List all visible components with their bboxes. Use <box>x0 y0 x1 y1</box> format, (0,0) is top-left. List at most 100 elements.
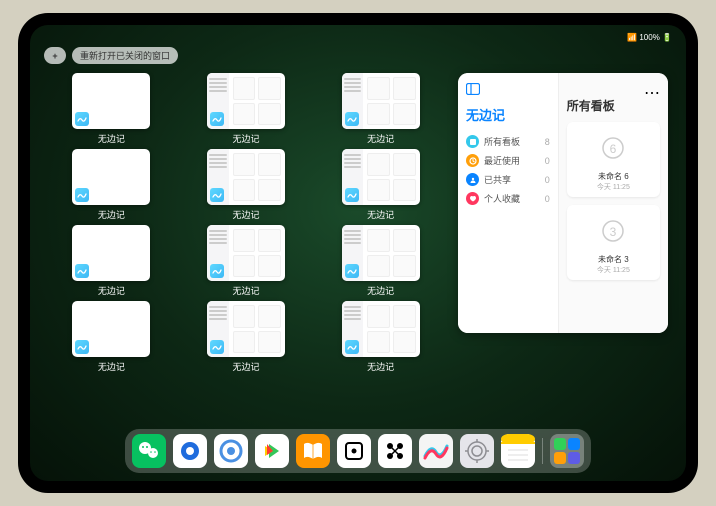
freeform-app-icon <box>345 340 359 354</box>
window-thumbnail[interactable]: 无边记 <box>317 301 444 373</box>
dock-settings-icon[interactable] <box>460 434 494 468</box>
freeform-app-icon <box>75 188 89 202</box>
freeform-app-icon <box>75 340 89 354</box>
freeform-app-icon <box>210 340 224 354</box>
freeform-app-icon <box>345 112 359 126</box>
sidebar-item-label: 个人收藏 <box>484 192 520 205</box>
sidebar-item-icon <box>466 173 479 186</box>
sidebar-item[interactable]: 个人收藏0 <box>466 189 550 208</box>
dock-books-icon[interactable] <box>296 434 330 468</box>
dock-quark-icon[interactable] <box>214 434 248 468</box>
window-thumbnail[interactable]: 无边记 <box>48 225 175 297</box>
freeform-app-icon <box>210 188 224 202</box>
status-indicators: 📶 100% 🔋 <box>627 33 672 42</box>
window-preview <box>207 301 285 357</box>
window-preview <box>342 301 420 357</box>
add-window-button[interactable]: + <box>44 47 66 64</box>
window-preview <box>207 73 285 129</box>
freeform-app-icon <box>210 264 224 278</box>
sidebar-item-icon <box>466 154 479 167</box>
window-preview <box>207 225 285 281</box>
freeform-app-icon <box>345 188 359 202</box>
panel-sidebar: 无边记 所有看板8 最近使用 0 已共享 0 个人收藏0 <box>458 73 559 333</box>
dock-separator <box>542 438 543 464</box>
board-preview: 6 <box>572 127 655 169</box>
svg-text:3: 3 <box>610 225 617 239</box>
board-date: 今天 11:25 <box>572 265 655 275</box>
window-thumbnail[interactable]: 无边记 <box>183 149 310 221</box>
window-thumbnail[interactable]: 无边记 <box>183 73 310 145</box>
sidebar-item-count: 0 <box>545 156 550 166</box>
sidebar-item[interactable]: 已共享 0 <box>466 170 550 189</box>
panel-main-topbar: ⋯ <box>567 83 660 95</box>
dock-app-library-icon[interactable] <box>550 434 584 468</box>
sidebar-item-label: 最近使用 <box>484 154 520 167</box>
sidebar-toggle-icon[interactable] <box>466 83 480 95</box>
reopen-closed-window-button[interactable]: 重新打开已关闭的窗口 <box>72 47 178 64</box>
dock-notes-icon[interactable] <box>501 434 535 468</box>
sidebar-item-icon <box>466 192 479 205</box>
window-thumbnail[interactable]: 无边记 <box>48 73 175 145</box>
freeform-app-icon <box>75 112 89 126</box>
window-label: 无边记 <box>98 208 125 221</box>
window-preview <box>207 149 285 205</box>
sidebar-item[interactable]: 所有看板8 <box>466 132 550 151</box>
window-preview <box>72 301 150 357</box>
board-date: 今天 11:25 <box>572 182 655 192</box>
more-icon[interactable]: ⋯ <box>644 83 660 95</box>
freeform-app-window[interactable]: 无边记 所有看板8最近使用0已共享0个人收藏0 ⋯ 所有看板 6未命名 6今天 … <box>458 73 668 333</box>
svg-text:6: 6 <box>610 142 617 156</box>
board-name: 未命名 6 <box>572 171 655 182</box>
panel-title: 无边记 <box>466 105 550 124</box>
status-bar: 📶 100% 🔋 <box>30 29 686 45</box>
window-label: 无边记 <box>367 208 394 221</box>
dock-dice-app-icon[interactable] <box>337 434 371 468</box>
dock <box>125 429 591 473</box>
sidebar-item-icon <box>466 135 479 148</box>
window-thumbnail[interactable]: 无边记 <box>317 73 444 145</box>
panel-topbar <box>466 83 550 95</box>
dock-connect-app-icon[interactable] <box>378 434 412 468</box>
sidebar-item[interactable]: 最近使用 0 <box>466 151 550 170</box>
window-thumbnail[interactable]: 无边记 <box>317 225 444 297</box>
window-grid-area: 无边记无边记无边记无边记无边记无边记无边记无边记无边记无边记无边记无边记 <box>48 73 444 425</box>
status-right: 📶 100% 🔋 <box>627 33 672 42</box>
window-thumbnail[interactable]: 无边记 <box>317 149 444 221</box>
board-card[interactable]: 6 未命名 6今天 11:25 <box>567 122 660 197</box>
window-grid: 无边记无边记无边记无边记无边记无边记无边记无边记无边记无边记无边记无边记 <box>48 73 444 373</box>
dock-freeform-icon[interactable] <box>419 434 453 468</box>
window-label: 无边记 <box>98 360 125 373</box>
board-card[interactable]: 3 未命名 3今天 11:25 <box>567 205 660 280</box>
board-name: 未命名 3 <box>572 254 655 265</box>
window-label: 无边记 <box>232 208 259 221</box>
dock-wechat-icon[interactable] <box>132 434 166 468</box>
board-preview: 3 <box>572 210 655 252</box>
top-controls: + 重新打开已关闭的窗口 <box>44 47 178 64</box>
window-preview <box>72 225 150 281</box>
plus-icon: + <box>52 51 57 61</box>
dock-qqbrowser-icon[interactable] <box>173 434 207 468</box>
window-label: 无边记 <box>367 132 394 145</box>
window-preview <box>342 73 420 129</box>
freeform-app-icon <box>210 112 224 126</box>
main-area: 无边记无边记无边记无边记无边记无边记无边记无边记无边记无边记无边记无边记 无边记… <box>48 73 668 425</box>
sidebar-item-label: 所有看板 <box>484 135 520 148</box>
window-label: 无边记 <box>98 132 125 145</box>
window-label: 无边记 <box>98 284 125 297</box>
sidebar-item-label: 已共享 <box>484 173 511 186</box>
window-thumbnail[interactable]: 无边记 <box>48 149 175 221</box>
window-label: 无边记 <box>367 284 394 297</box>
window-label: 无边记 <box>232 284 259 297</box>
window-label: 无边记 <box>367 360 394 373</box>
window-thumbnail[interactable]: 无边记 <box>183 301 310 373</box>
window-preview <box>342 225 420 281</box>
window-preview <box>72 149 150 205</box>
window-thumbnail[interactable]: 无边记 <box>183 225 310 297</box>
dock-video-app-icon[interactable] <box>255 434 289 468</box>
ipad-device-frame: 📶 100% 🔋 + 重新打开已关闭的窗口 无边记无边记无边记无边记无边记无边记… <box>18 13 698 493</box>
window-thumbnail[interactable]: 无边记 <box>48 301 175 373</box>
screen: 📶 100% 🔋 + 重新打开已关闭的窗口 无边记无边记无边记无边记无边记无边记… <box>30 25 686 481</box>
window-preview <box>72 73 150 129</box>
panel-main: ⋯ 所有看板 6未命名 6今天 11:253未命名 3今天 11:25 <box>559 73 668 333</box>
sidebar-item-count: 0 <box>545 175 550 185</box>
